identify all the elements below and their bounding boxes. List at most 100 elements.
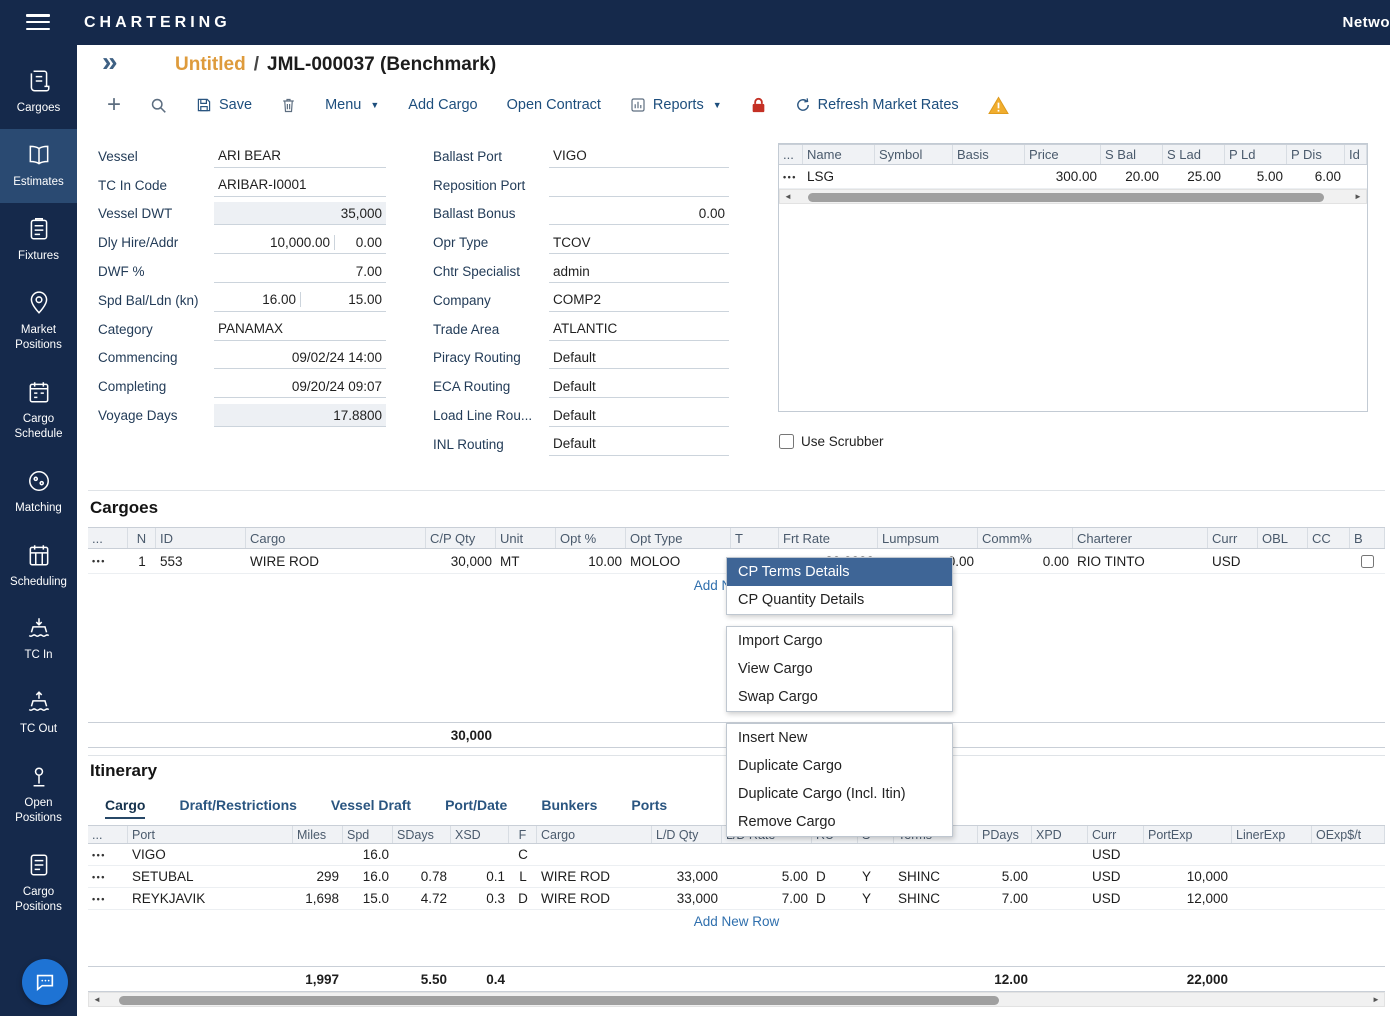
cell-oexp$-t[interactable] (1312, 866, 1385, 887)
delete-icon[interactable] (281, 97, 296, 114)
sidebar-item-open-positions[interactable]: Open Positions (0, 750, 77, 839)
scroll-left-icon[interactable]: ◄ (89, 995, 105, 1004)
field-reposition-port[interactable] (549, 174, 729, 197)
market-hscrollbar[interactable]: ◄ ► (779, 189, 1367, 204)
scroll-left-icon[interactable]: ◄ (780, 192, 796, 201)
cell-cargo[interactable] (537, 844, 652, 865)
cell-spd[interactable]: 15.0 (343, 888, 393, 909)
sidebar-item-cargo-schedule[interactable]: Cargo Schedule (0, 366, 77, 455)
sidebar-item-scheduling[interactable]: Scheduling (0, 529, 77, 603)
cell-n[interactable]: 1 (128, 549, 156, 573)
row-menu-button[interactable]: ••• (779, 165, 803, 188)
cell-opt-type[interactable]: MOLOO (626, 549, 731, 573)
row-checkbox[interactable] (1361, 555, 1374, 568)
cell-comm%[interactable]: 0.00 (978, 549, 1073, 573)
cell-oexp$-t[interactable] (1312, 844, 1385, 865)
field-category[interactable]: PANAMAX (214, 318, 386, 341)
hamburger-menu-icon[interactable] (26, 14, 50, 34)
cell-cargo[interactable]: WIRE ROD (537, 866, 652, 887)
scroll-right-icon[interactable]: ► (1368, 995, 1384, 1004)
cell-sdays[interactable]: 4.72 (393, 888, 451, 909)
itinerary-hscrollbar[interactable]: ◄ ► (88, 992, 1385, 1007)
cell-id[interactable] (1345, 165, 1367, 188)
cell-xsd[interactable] (451, 844, 509, 865)
field-load-line-rou[interactable]: Default (549, 404, 729, 427)
cell-l-d-qty[interactable]: 33,000 (652, 866, 722, 887)
open-contract-button[interactable]: Open Contract (507, 97, 601, 113)
cell-portexp[interactable] (1144, 844, 1232, 865)
scrollbar-track[interactable] (105, 993, 1368, 1006)
sidebar-item-cargoes[interactable]: Cargoes (0, 55, 77, 129)
cell-linerexp[interactable] (1232, 866, 1312, 887)
add-button[interactable]: + (107, 95, 121, 115)
cell-linerexp[interactable] (1232, 888, 1312, 909)
cell-p-dis[interactable]: 6.00 (1287, 165, 1345, 188)
cell-basis[interactable] (953, 165, 1025, 188)
cell-s-bal[interactable]: 20.00 (1101, 165, 1163, 188)
cell-xpd[interactable] (1032, 844, 1088, 865)
cell-portexp[interactable]: 12,000 (1144, 888, 1232, 909)
sidebar-item-cargo-positions[interactable]: Cargo Positions (0, 839, 77, 928)
tab-ports[interactable]: Ports (631, 797, 667, 819)
reports-button[interactable]: Reports▼ (630, 97, 722, 113)
lock-icon[interactable] (751, 97, 766, 114)
warning-icon[interactable] (988, 96, 1009, 115)
field-trade-area[interactable]: ATLANTIC (549, 318, 729, 341)
menu-item-insert-new[interactable]: Insert New (727, 724, 952, 752)
cell-linerexp[interactable] (1232, 844, 1312, 865)
cell-curr[interactable]: USD (1208, 549, 1258, 573)
field-chtr-specialist[interactable]: admin (549, 260, 729, 283)
cell-obl[interactable] (1258, 549, 1308, 573)
cell-pdays[interactable]: 5.00 (978, 866, 1032, 887)
cell-miles[interactable]: 1,698 (293, 888, 343, 909)
menu-item-remove-cargo[interactable]: Remove Cargo (727, 808, 952, 836)
cell-terms[interactable]: SHINC (894, 866, 978, 887)
field-ballast-bonus[interactable]: 0.00 (549, 202, 729, 225)
cell-curr[interactable]: USD (1088, 866, 1144, 887)
scrollbar-thumb[interactable] (808, 193, 1324, 202)
use-scrubber-checkbox[interactable]: Use Scrubber (779, 434, 884, 449)
field-inl-routing[interactable]: Default (549, 433, 729, 456)
field-completing[interactable]: 09/20/24 09:07 (214, 375, 386, 398)
menu-item-cp-quantity-details[interactable]: CP Quantity Details (727, 586, 952, 614)
cell-curr[interactable]: USD (1088, 844, 1144, 865)
sidebar-item-estimates[interactable]: Estimates (0, 129, 77, 203)
chat-button[interactable] (22, 959, 68, 1005)
menu-item-duplicate-cargo-incl-itin[interactable]: Duplicate Cargo (Incl. Itin) (727, 780, 952, 808)
field-dly-hire-addr[interactable]: 10,000.000.00 (214, 231, 386, 254)
cell-xpd[interactable] (1032, 888, 1088, 909)
sidebar-item-tc-in[interactable]: TC In (0, 602, 77, 676)
cell-curr[interactable]: USD (1088, 888, 1144, 909)
collapse-panel-icon[interactable]: » (102, 46, 118, 78)
cell-oexp$-t[interactable] (1312, 888, 1385, 909)
cell-f[interactable]: D (509, 888, 537, 909)
save-button[interactable]: Save (196, 97, 252, 113)
cell-xsd[interactable]: 0.1 (451, 866, 509, 887)
sidebar-item-market-positions[interactable]: Market Positions (0, 277, 77, 366)
sidebar-item-matching[interactable]: Matching (0, 455, 77, 529)
cell-f[interactable]: L (509, 866, 537, 887)
cell-l-d-rate[interactable]: 5.00 (722, 866, 812, 887)
cell-l-d-qty[interactable] (652, 844, 722, 865)
cell-c-p-qty[interactable]: 30,000 (426, 549, 496, 573)
cell-price[interactable]: 300.00 (1025, 165, 1101, 188)
breadcrumb-untitled[interactable]: Untitled (175, 54, 246, 75)
field-eca-routing[interactable]: Default (549, 375, 729, 398)
row-menu-button[interactable]: ••• (88, 888, 128, 909)
cell-f[interactable]: C (509, 844, 537, 865)
menu-item-view-cargo[interactable]: View Cargo (727, 655, 952, 683)
menu-item-swap-cargo[interactable]: Swap Cargo (727, 683, 952, 711)
cell-s[interactable]: Y (858, 866, 894, 887)
cell-unit[interactable]: MT (496, 549, 556, 573)
cell-opt-%[interactable]: 10.00 (556, 549, 626, 573)
topbar-right-text[interactable]: Netwo (1343, 0, 1390, 45)
scroll-right-icon[interactable]: ► (1350, 192, 1366, 201)
field-vessel[interactable]: ARI BEAR (214, 145, 386, 168)
field-piracy-routing[interactable]: Default (549, 346, 729, 369)
menu-item-import-cargo[interactable]: Import Cargo (727, 627, 952, 655)
cell-s[interactable]: Y (858, 888, 894, 909)
cell-l-d-qty[interactable]: 33,000 (652, 888, 722, 909)
sidebar-item-fixtures[interactable]: Fixtures (0, 203, 77, 277)
cell-spd[interactable]: 16.0 (343, 844, 393, 865)
add-cargo-button[interactable]: Add Cargo (408, 97, 477, 113)
